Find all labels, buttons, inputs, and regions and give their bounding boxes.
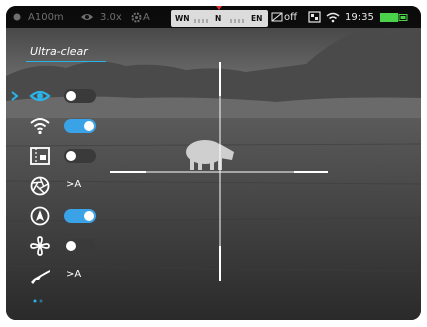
video-record-icon	[308, 6, 321, 28]
eye-mode-icon	[29, 90, 51, 102]
menu-item-rifle-profile[interactable]: >A	[6, 264, 116, 288]
compass-right-label: EN	[251, 14, 263, 23]
status-bar: A100m 3.0x A WN N EN off 19:35	[6, 6, 421, 28]
compass-left-label: WN	[175, 14, 190, 23]
pip-toggle[interactable]	[64, 149, 96, 163]
image-mode-toggle[interactable]	[64, 89, 96, 103]
picture-in-picture-icon	[30, 147, 50, 165]
zoom-value: 3.0x	[100, 11, 122, 23]
compass-icon	[30, 206, 50, 226]
wifi-status-icon	[326, 6, 340, 28]
clock-time: 19:35	[345, 11, 374, 23]
fan-icon	[30, 236, 50, 256]
menu-item-wifi[interactable]	[6, 114, 116, 138]
page-dot-active	[33, 299, 37, 303]
fan-toggle[interactable]	[64, 239, 96, 253]
wifi-icon	[30, 118, 50, 135]
aperture-icon	[30, 176, 50, 196]
wifi-toggle[interactable]	[64, 119, 96, 133]
image-mode-label: Ultra-clear	[30, 45, 88, 58]
compass-toggle[interactable]	[64, 209, 96, 223]
mode-underline	[26, 61, 106, 62]
menu-item-compass[interactable]	[6, 204, 116, 228]
picture-in-picture-off-icon	[271, 6, 283, 28]
menu-item-aperture[interactable]: >A	[6, 174, 116, 198]
battery-icon	[380, 6, 408, 28]
record-dot-icon	[12, 6, 22, 28]
range-value: A100m	[28, 11, 64, 23]
rifle-icon	[31, 270, 50, 284]
rifle-profile-value: >A	[66, 269, 82, 280]
thermal-scope-screen: A100m 3.0x A WN N EN off 19:35 Ultra-cle…	[6, 6, 421, 320]
menu-item-fan[interactable]	[6, 234, 116, 258]
page-dot	[39, 299, 43, 303]
page-indicator	[33, 299, 43, 303]
compass-strip: WN N EN	[171, 10, 268, 27]
eye-icon	[80, 6, 94, 28]
aperture-value: >A	[66, 179, 82, 190]
menu-item-image-mode[interactable]	[6, 84, 116, 108]
gear-icon	[131, 6, 142, 28]
focus-value: A	[143, 11, 150, 23]
compass-center-label: N	[215, 14, 222, 23]
pip-state: off	[284, 11, 298, 23]
menu-item-picture-in-picture[interactable]	[6, 144, 116, 168]
